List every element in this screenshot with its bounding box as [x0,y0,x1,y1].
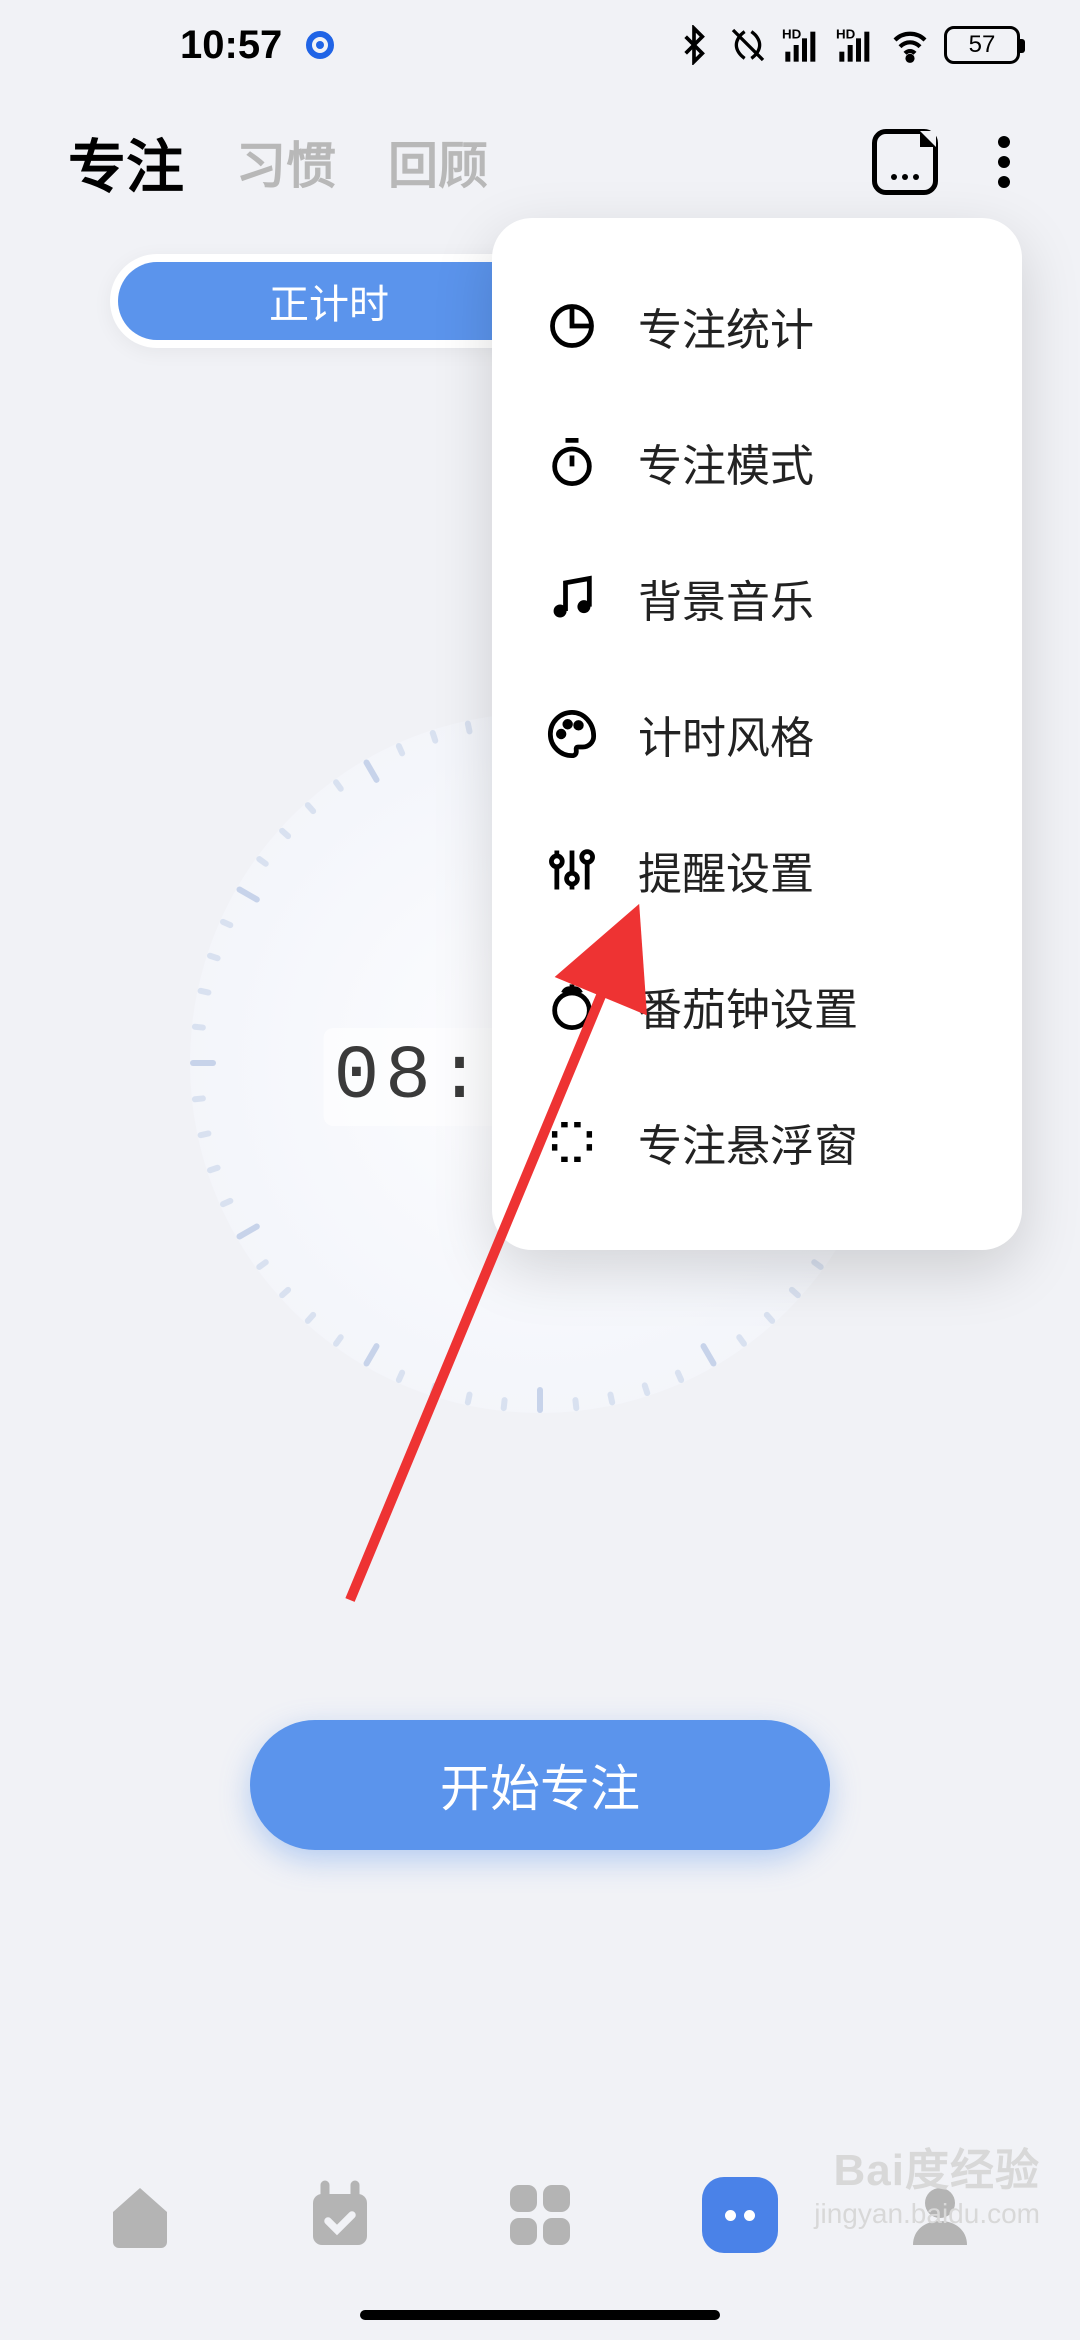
status-icons: HD HD 57 [674,25,1020,65]
nav-apps[interactable] [500,2175,580,2255]
menu-label: 专注悬浮窗 [638,1110,858,1174]
start-focus-button[interactable]: 开始专注 [250,1720,830,1850]
home-icon [104,2179,176,2251]
signal-1-icon: HD [782,25,822,65]
menu-timer-style[interactable]: 计时风格 [492,666,1022,802]
mute-icon [728,25,768,65]
menu-label: 计时风格 [638,702,814,766]
nav-home[interactable] [100,2175,180,2255]
card-button[interactable] [872,129,938,195]
menu-label: 专注统计 [638,294,814,358]
menu-pomodoro-settings[interactable]: 番茄钟设置 [492,938,1022,1074]
tab-habit[interactable]: 习惯 [236,126,336,198]
menu-floating-window[interactable]: 专注悬浮窗 [492,1074,1022,1210]
signal-2-icon: HD [836,25,876,65]
menu-label: 番茄钟设置 [638,974,858,1038]
status-bar: 10:57 HD HD 57 [0,0,1080,90]
more-menu-button[interactable] [998,136,1020,188]
tab-review[interactable]: 回顾 [388,126,488,198]
nav-focus[interactable] [700,2175,780,2255]
menu-label: 提醒设置 [638,838,814,902]
settings-dropdown: 专注统计 专注模式 背景音乐 计时风格 提醒设置 番茄钟设置 专注悬浮窗 [492,218,1022,1250]
menu-focus-mode[interactable]: 专注模式 [492,394,1022,530]
menu-focus-stats[interactable]: 专注统计 [492,258,1022,394]
svg-text:HD: HD [836,26,856,41]
focus-active-icon [702,2177,778,2253]
battery-icon: 57 [944,26,1020,64]
menu-reminder-settings[interactable]: 提醒设置 [492,802,1022,938]
stopwatch-icon [546,436,598,488]
menu-label: 背景音乐 [638,566,814,630]
watermark: Bai度经验 jingyan.baidu.com [814,2134,1040,2230]
pie-chart-icon [546,300,598,352]
sliders-icon [546,844,598,896]
music-icon [546,572,598,624]
tomato-icon [546,980,598,1032]
bluetooth-icon [674,25,714,65]
calendar-check-icon [304,2179,376,2251]
tab-focus[interactable]: 专注 [68,120,184,204]
wifi-icon [890,25,930,65]
menu-background-music[interactable]: 背景音乐 [492,530,1022,666]
floating-window-icon [546,1116,598,1168]
grid-icon [504,2179,576,2251]
status-time: 10:57 [180,23,282,68]
nav-calendar[interactable] [300,2175,380,2255]
svg-text:HD: HD [782,26,802,41]
pill-count-up[interactable]: 正计时 [118,262,540,340]
recording-indicator-icon [306,31,334,59]
palette-icon [546,708,598,760]
home-indicator[interactable] [360,2310,720,2320]
menu-label: 专注模式 [638,430,814,494]
